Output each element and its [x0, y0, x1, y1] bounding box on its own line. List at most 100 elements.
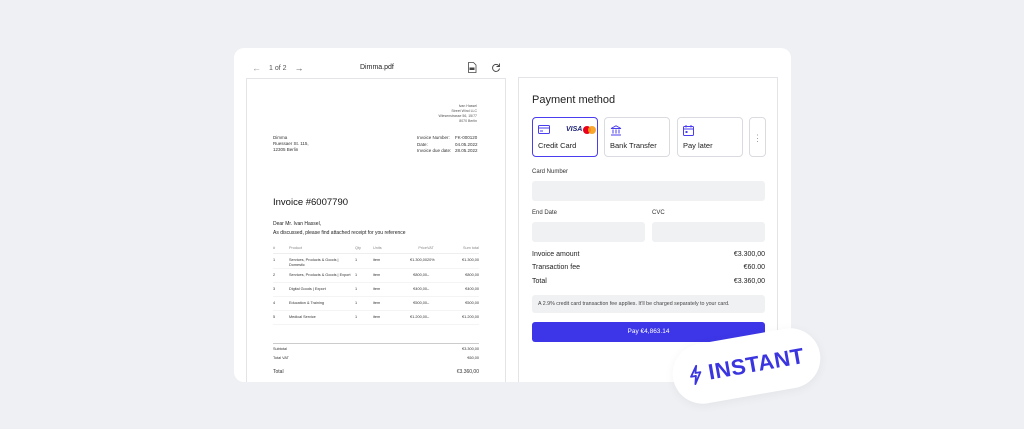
table-cell: 2: [273, 268, 289, 283]
method-label: Credit Card: [538, 141, 577, 150]
table-cell: Digital Goods | Export: [289, 282, 355, 297]
total-value: €3.360,00: [456, 369, 479, 375]
column-header: Qty: [355, 243, 373, 254]
table-cell: –: [427, 268, 445, 283]
column-header: Product: [289, 243, 355, 254]
table-cell: 1: [355, 253, 373, 269]
table-header: # Product Qty Units Price VAT Sum total: [273, 243, 479, 254]
column-header: #: [273, 243, 289, 254]
cvc-label: CVC: [652, 210, 665, 216]
table-cell: 4: [273, 296, 289, 311]
method-bank-transfer[interactable]: Bank Transfer: [604, 117, 670, 157]
payment-total-label: Total: [532, 278, 547, 285]
table-cell: €1.200,00: [445, 310, 479, 325]
table-cell: item: [373, 310, 403, 325]
transaction-fee-label: Transaction fee: [532, 264, 580, 271]
bank-icon: [610, 125, 622, 136]
invoice-meta: Invoice Number: FK-000120 Date: 04.05.2022 I…: [417, 135, 478, 155]
table-cell: –: [427, 310, 445, 325]
table-row: 5 Medical Service 1 item €1.200,00– €1.200,00: [273, 310, 479, 325]
table-row: 4 Education & Training 1 item €500,00– €500,0…: [273, 296, 479, 311]
column-header: Price: [403, 243, 427, 254]
page-indicator: 1 of 2: [269, 64, 287, 72]
table-cell: Medical Service: [289, 310, 355, 325]
table-row: 2 Services, Products & Goods | Export 1 ite…: [273, 268, 479, 283]
page-navigation: ← 1 of 2 →: [252, 63, 304, 73]
payment-total-row: Total €3.360,00: [532, 278, 765, 285]
vat-label: Total VAT: [273, 355, 289, 360]
download-pdf-icon[interactable]: [467, 62, 477, 73]
method-label: Bank Transfer: [610, 141, 657, 150]
table-cell: €800,00: [403, 268, 427, 283]
table-cell: €500,00: [403, 296, 427, 311]
sender-address: Ivan Hassel Street Wind LLC Wiesenstrasse …: [438, 104, 477, 124]
invoice-amount-value: €3.300,00: [733, 251, 765, 258]
greeting-line: Dear Mr. Ivan Hassel,: [273, 221, 322, 227]
table-cell: 3: [273, 282, 289, 297]
table-row: 3 Digital Goods | Export 1 item €400,00– €400…: [273, 282, 479, 297]
calendar-icon: [683, 125, 694, 136]
more-methods-button[interactable]: ⋮: [749, 117, 766, 157]
invoice-title: Invoice #6007790: [273, 197, 349, 208]
refresh-icon[interactable]: [491, 62, 501, 73]
table-cell: item: [373, 282, 403, 297]
payment-heading: Payment method: [532, 94, 616, 106]
table-cell: €1.300,00: [445, 253, 479, 269]
table-cell: €400,00: [445, 282, 479, 297]
column-header: Units: [373, 243, 403, 254]
recipient-line: 12305 Berlin: [273, 147, 299, 152]
table-cell: Education & Training: [289, 296, 355, 311]
invoice-table: # Product Qty Units Price VAT Sum total 1 Servi…: [273, 243, 479, 325]
meta-row: Invoice due date: 28.05.2022: [417, 148, 478, 155]
credit-card-icon: [538, 125, 550, 134]
table-cell: item: [373, 268, 403, 283]
table-cell: €800,00: [445, 268, 479, 283]
card-number-input[interactable]: [532, 181, 765, 201]
card-number-label: Card Number: [532, 169, 569, 175]
table-cell: 20%: [427, 253, 445, 269]
prev-page-icon[interactable]: ←: [252, 63, 261, 73]
total-label: Total: [273, 369, 284, 375]
table-row: 1 Services, Products & Goods | Domestic 1 i…: [273, 253, 479, 269]
column-header: VAT: [427, 243, 445, 254]
method-credit-card[interactable]: VISA Credit Card: [532, 117, 598, 157]
cvc-input[interactable]: [652, 222, 765, 242]
mastercard-icon: [583, 126, 596, 134]
table-cell: 1: [355, 268, 373, 283]
table-cell: 1: [273, 253, 289, 269]
fee-notice: A 2.9% credit card transaction fee appli…: [532, 295, 765, 313]
column-header: Sum total: [445, 243, 479, 254]
table-cell: item: [373, 296, 403, 311]
vat-value: €60,00: [467, 355, 479, 360]
table-cell: €1.200,00: [403, 310, 427, 325]
next-page-icon[interactable]: →: [295, 63, 304, 73]
table-cell: –: [427, 282, 445, 297]
method-label: Pay later: [683, 141, 713, 150]
transaction-fee-row: Transaction fee €60.00: [532, 264, 765, 271]
table-cell: 1: [355, 296, 373, 311]
table-cell: –: [427, 296, 445, 311]
pdf-toolbar: ← 1 of 2 → Dimma.pdf: [246, 60, 506, 76]
recipient-address: Dimma Ruessaer St. 115, 12305 Berlin: [273, 135, 309, 153]
table-cell: 1: [355, 310, 373, 325]
meta-key: Invoice due date:: [417, 148, 452, 153]
end-date-input[interactable]: [532, 222, 645, 242]
message-line: As discussed, please find attached recei…: [273, 230, 406, 236]
table-cell: Services, Products & Goods | Export: [289, 268, 355, 283]
table-cell: 5: [273, 310, 289, 325]
subtotal-label: Subtotal: [273, 346, 287, 351]
table-cell: 1: [355, 282, 373, 297]
subtotal-row: Subtotal €3.300,00: [273, 344, 479, 353]
lightning-icon: [690, 364, 702, 386]
sender-line: 8070 Berlin: [459, 119, 477, 123]
pdf-filename: Dimma.pdf: [360, 64, 394, 71]
invoice-amount-row: Invoice amount €3.300,00: [532, 251, 765, 258]
invoice-amount-label: Invoice amount: [532, 251, 580, 258]
table-cell: €1.300,00: [403, 253, 427, 269]
method-pay-later[interactable]: Pay later: [677, 117, 743, 157]
table-cell: item: [373, 253, 403, 269]
subtotal-value: €3.300,00: [462, 346, 479, 351]
instant-label: INSTANT: [706, 343, 807, 385]
invoice-greeting: Dear Mr. Ivan Hassel, As discussed, plea…: [273, 220, 406, 238]
table-cell: €400,00: [403, 282, 427, 297]
